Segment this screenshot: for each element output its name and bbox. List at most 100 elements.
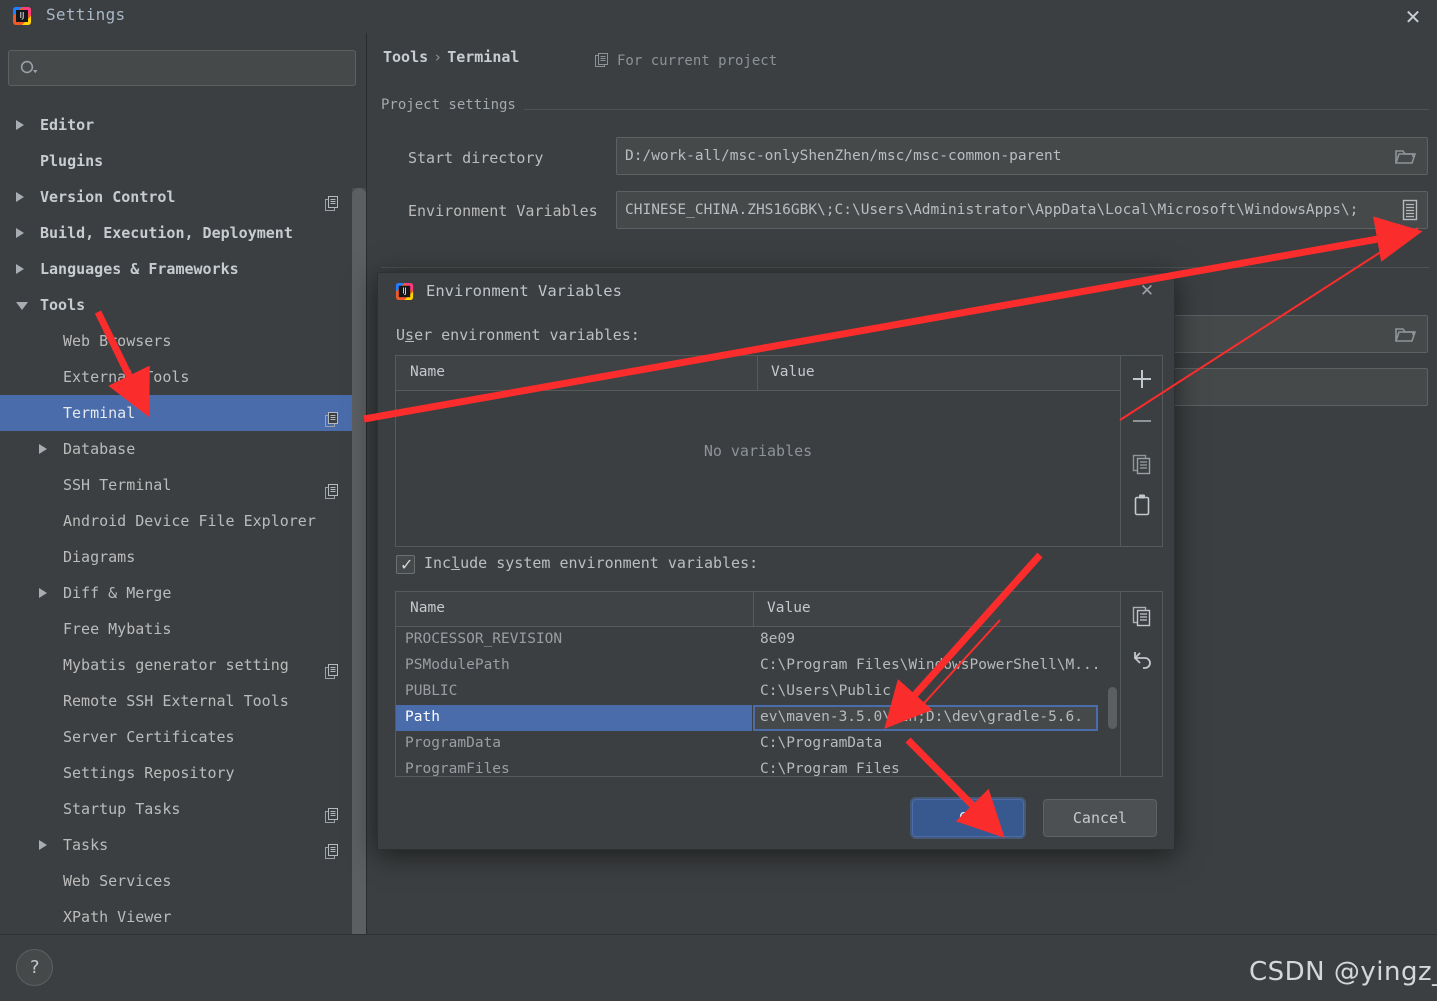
sidebar-item-build-execution-deployment[interactable]: Build, Execution, Deployment — [0, 215, 367, 251]
settings-tree: Editor Plugins Version Control Build, Execu… — [0, 107, 367, 967]
variable-value: 8e09 — [760, 631, 795, 647]
variable-name: Path — [405, 709, 440, 725]
sidebar-item-label: Android Device File Explorer — [63, 512, 316, 530]
obscured-divider-1 — [381, 267, 1429, 268]
sidebar-item-label: Version Control — [40, 188, 176, 206]
paste-variable-button[interactable] — [1121, 486, 1159, 524]
sidebar-item-terminal[interactable]: Terminal — [0, 395, 367, 431]
sidebar-item-web-services[interactable]: Web Services — [0, 863, 367, 899]
user-env-vars-label: User environment variables: — [396, 326, 640, 344]
edit-lines-icon[interactable] — [1401, 199, 1419, 221]
variable-value: C:\ProgramData — [760, 735, 883, 751]
sidebar-item-plugins[interactable]: Plugins — [0, 143, 367, 179]
sidebar-item-languages-frameworks[interactable]: Languages & Frameworks — [0, 251, 367, 287]
user-table-empty-message: No variables — [703, 442, 813, 460]
variable-name: PUBLIC — [405, 683, 458, 699]
user-table-col-divider[interactable] — [757, 356, 758, 391]
sidebar-item-xpath-viewer[interactable]: XPath Viewer — [0, 899, 367, 935]
chevron-right-icon[interactable] — [16, 228, 24, 238]
settings-window: IJ Settings ✕ Editor Plugins Version Contr… — [0, 0, 1437, 1001]
chevron-right-icon[interactable] — [16, 192, 24, 202]
sidebar-item-version-control[interactable]: Version Control — [0, 179, 367, 215]
sidebar-item-label: External Tools — [63, 368, 190, 386]
sidebar-item-ssh-terminal[interactable]: SSH Terminal — [0, 467, 367, 503]
sidebar-item-diagrams[interactable]: Diagrams — [0, 539, 367, 575]
chevron-right-icon[interactable] — [16, 264, 24, 274]
sidebar-item-external-tools[interactable]: External Tools — [0, 359, 367, 395]
sidebar-item-label: Free Mybatis — [63, 620, 172, 638]
sidebar-item-android-device-file-explorer[interactable]: Android Device File Explorer — [0, 503, 367, 539]
start-directory-field[interactable]: D:/work-all/msc-onlyShenZhen/msc/msc-com… — [616, 137, 1428, 175]
table-row[interactable]: ProgramData C:\ProgramData — [396, 731, 1120, 757]
table-row[interactable]: ProgramFiles C:\Program Files — [396, 757, 1120, 777]
variable-value: C:\Users\Public — [760, 683, 891, 699]
system-table-header: Name Value — [396, 592, 1120, 627]
dialog-close-icon[interactable]: ✕ — [1136, 280, 1158, 302]
sidebar-item-tools[interactable]: Tools — [0, 287, 367, 323]
window-close-icon[interactable]: ✕ — [1399, 4, 1427, 30]
dialog-ok-button[interactable]: OK — [912, 799, 1024, 837]
system-table-scrollbar-thumb[interactable] — [1108, 687, 1117, 729]
sidebar-item-editor[interactable]: Editor — [0, 107, 367, 143]
csdn-watermark: CSDN @yingz_QAQ — [1249, 957, 1437, 987]
sidebar-item-settings-repository[interactable]: Settings Repository — [0, 755, 367, 791]
copy-variable-button[interactable] — [1121, 444, 1159, 482]
chevron-right-icon[interactable] — [39, 444, 47, 454]
sidebar-item-mybatis-generator-setting[interactable]: Mybatis generator setting — [0, 647, 367, 683]
folder-icon-2[interactable] — [1394, 325, 1418, 345]
revert-button[interactable] — [1121, 638, 1159, 676]
sidebar-item-server-certificates[interactable]: Server Certificates — [0, 719, 367, 755]
obscured-field-2[interactable] — [1165, 368, 1428, 406]
chevron-right-icon[interactable] — [39, 588, 47, 598]
sidebar-item-database[interactable]: Database — [0, 431, 367, 467]
sidebar-item-label: Diagrams — [63, 548, 136, 566]
obscured-field-1[interactable] — [1165, 315, 1428, 353]
sidebar-item-diff-merge[interactable]: Diff & Merge — [0, 575, 367, 611]
breadcrumb: Tools › Terminal — [383, 48, 519, 66]
breadcrumb-root[interactable]: Tools — [383, 48, 428, 66]
environment-variables-dialog: IJ Environment Variables ✕ User environm… — [377, 272, 1175, 850]
sidebar-item-label: Terminal — [63, 404, 136, 422]
sidebar-item-label: Mybatis generator setting — [63, 656, 289, 674]
add-variable-button[interactable] — [1121, 360, 1159, 398]
sidebar-item-label: Web Browsers — [63, 332, 172, 350]
sidebar-item-label: SSH Terminal — [63, 476, 172, 494]
search-input[interactable] — [47, 51, 347, 85]
sidebar-item-tasks[interactable]: Tasks — [0, 827, 367, 863]
sidebar-item-startup-tasks[interactable]: Startup Tasks — [0, 791, 367, 827]
search-box[interactable] — [8, 50, 356, 86]
chevron-right-icon[interactable] — [16, 120, 24, 130]
environment-variables-field[interactable]: CHINESE_CHINA.ZHS16GBK\;C:\Users\Adminis… — [616, 191, 1428, 229]
sidebar-item-free-mybatis[interactable]: Free Mybatis — [0, 611, 367, 647]
include-system-env-checkbox[interactable]: ✓ — [396, 555, 415, 574]
sidebar-scrollbar-thumb[interactable] — [352, 188, 366, 943]
remove-variable-button[interactable] — [1121, 402, 1159, 440]
search-icon — [19, 59, 39, 79]
start-directory-label: Start directory — [408, 149, 544, 167]
sidebar-item-label: Server Certificates — [63, 728, 235, 746]
breadcrumb-separator: › — [433, 48, 443, 66]
system-variables-table[interactable]: Name Value PROCESSOR_REVISION 8e09 PSModul… — [395, 591, 1121, 777]
sidebar-item-remote-ssh-external-tools[interactable]: Remote SSH External Tools — [0, 683, 367, 719]
sidebar-scrollbar-track[interactable] — [352, 188, 366, 943]
variable-value: C:\Program Files\WindowsPowerShell\M... — [760, 657, 1101, 673]
table-row[interactable]: Path ev\maven-3.5.0\bin;D:\dev\gradle-5.6… — [396, 705, 1120, 731]
sidebar-item-web-browsers[interactable]: Web Browsers — [0, 323, 367, 359]
system-table-col-divider[interactable] — [753, 592, 754, 627]
system-variables-toolbar — [1121, 591, 1163, 777]
table-row[interactable]: PSModulePath C:\Program Files\WindowsPowe… — [396, 653, 1120, 679]
sidebar-item-label: Startup Tasks — [63, 800, 181, 818]
settings-sidebar: Editor Plugins Version Control Build, Execu… — [0, 33, 367, 943]
sidebar-item-label: Plugins — [40, 152, 104, 170]
copy-system-variable-button[interactable] — [1121, 596, 1159, 634]
variable-name: PROCESSOR_REVISION — [405, 631, 563, 647]
table-row[interactable]: PROCESSOR_REVISION 8e09 — [396, 627, 1120, 653]
chevron-right-icon[interactable] — [39, 840, 47, 850]
user-variables-table[interactable]: Name Value No variables — [395, 355, 1121, 547]
dialog-title: Environment Variables — [426, 282, 622, 300]
dialog-cancel-button[interactable]: Cancel — [1043, 799, 1157, 837]
help-button[interactable]: ? — [16, 949, 53, 986]
folder-icon[interactable] — [1394, 147, 1418, 167]
table-row[interactable]: PUBLIC C:\Users\Public — [396, 679, 1120, 705]
chevron-down-icon[interactable] — [16, 302, 28, 315]
